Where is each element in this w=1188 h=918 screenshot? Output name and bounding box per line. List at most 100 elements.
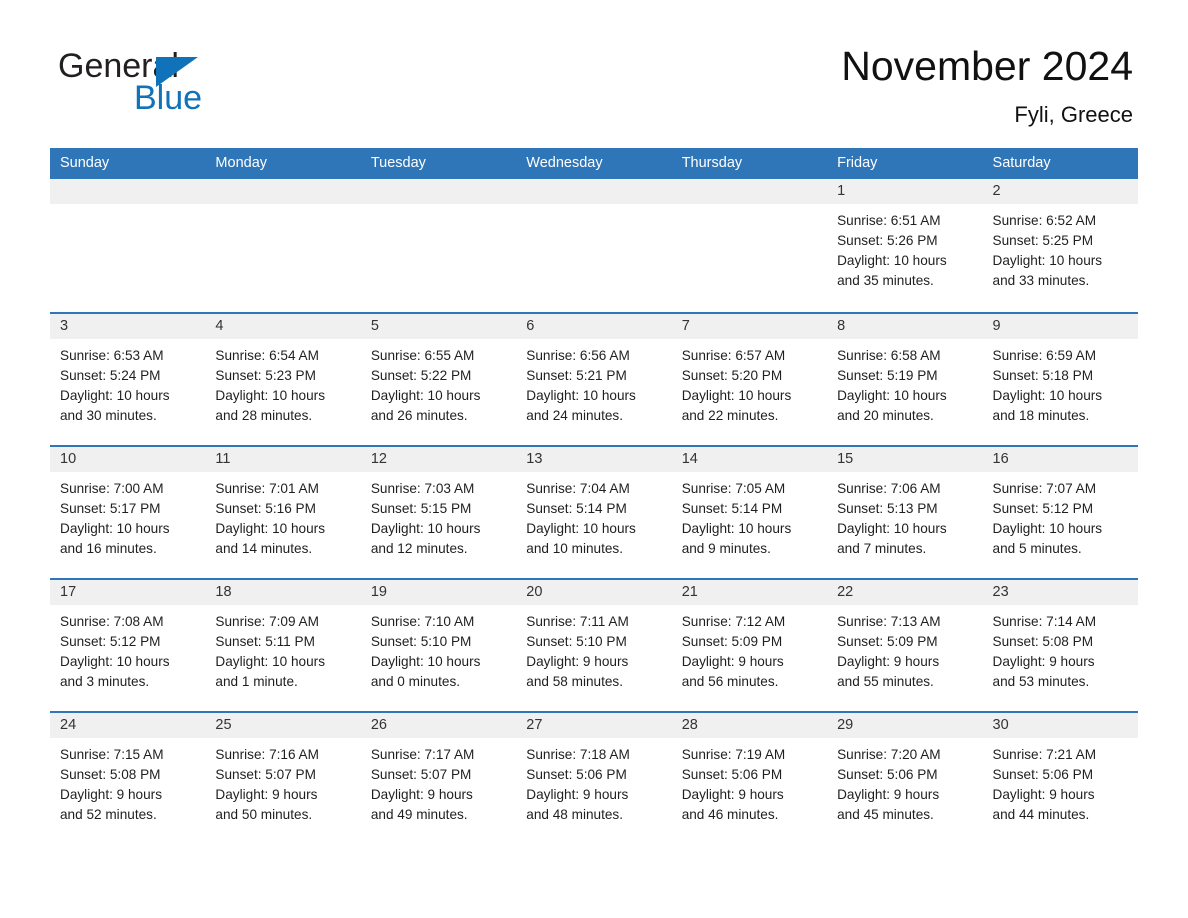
day-detail-line: Daylight: 10 hours (681, 521, 792, 536)
calendar-day-cell[interactable]: 13 Sunrise: 7:04 AM Sunset: 5:14 PM Dayligh… (516, 447, 671, 578)
day-details: Sunrise: 7:15 AM Sunset: 5:08 PM Daylight:… (60, 738, 195, 825)
day-details: Sunrise: 7:20 AM Sunset: 5:06 PM Daylight:… (837, 738, 972, 825)
day-detail-line: Daylight: 10 hours (837, 253, 947, 268)
calendar-day-cell[interactable]: 1 Sunrise: 6:51 AM Sunset: 5:26 PM Daylight… (827, 179, 982, 312)
calendar-day-cell[interactable]: 22 Sunrise: 7:13 AM Sunset: 5:09 PM Dayligh… (827, 580, 982, 711)
day-detail-line: Daylight: 10 hours (681, 388, 792, 403)
day-detail-line: Sunset: 5:25 PM (992, 233, 1094, 248)
day-detail-line: Sunset: 5:06 PM (526, 767, 627, 782)
day-detail-line: and 12 minutes. (370, 541, 468, 556)
day-detail-line: Sunrise: 7:09 AM (215, 614, 319, 629)
day-detail-line: Daylight: 10 hours (992, 253, 1103, 268)
day-detail-line: Daylight: 10 hours (60, 654, 170, 669)
day-details: Sunrise: 7:21 AM Sunset: 5:06 PM Daylight:… (993, 738, 1128, 825)
day-detail-line: and 9 minutes. (681, 541, 771, 556)
day-details (60, 204, 195, 211)
calendar-day-cell[interactable]: 6 Sunrise: 6:56 AM Sunset: 5:21 PM Daylight… (516, 314, 671, 445)
day-detail-line: Sunset: 5:07 PM (215, 767, 316, 782)
day-detail-line: Daylight: 10 hours (215, 388, 325, 403)
calendar-day-cell[interactable]: 29 Sunrise: 7:20 AM Sunset: 5:06 PM Dayligh… (827, 713, 982, 844)
calendar-day-cell[interactable]: 18 Sunrise: 7:09 AM Sunset: 5:11 PM Dayligh… (205, 580, 360, 711)
calendar-day-cell[interactable]: 16 Sunrise: 7:07 AM Sunset: 5:12 PM Dayligh… (983, 447, 1138, 578)
calendar-day-cell[interactable]: 11 Sunrise: 7:01 AM Sunset: 5:16 PM Dayligh… (205, 447, 360, 578)
day-detail-line: and 3 minutes. (60, 674, 150, 689)
day-detail-line: Daylight: 10 hours (60, 521, 170, 536)
day-detail-line: Sunrise: 6:52 AM (992, 213, 1097, 228)
day-details: Sunrise: 7:01 AM Sunset: 5:16 PM Daylight:… (215, 472, 350, 559)
calendar-day-cell[interactable]: 2 Sunrise: 6:52 AM Sunset: 5:25 PM Daylight… (983, 179, 1138, 312)
calendar-day-cell[interactable]: 21 Sunrise: 7:12 AM Sunset: 5:09 PM Dayligh… (672, 580, 827, 711)
calendar-day-cell[interactable]: 30 Sunrise: 7:21 AM Sunset: 5:06 PM Dayligh… (983, 713, 1138, 844)
day-details (682, 204, 817, 211)
day-detail-line: Daylight: 9 hours (992, 654, 1095, 669)
day-detail-line: Sunset: 5:10 PM (370, 634, 472, 649)
day-details: Sunrise: 7:10 AM Sunset: 5:10 PM Daylight:… (371, 605, 506, 692)
day-detail-line: Sunset: 5:19 PM (837, 368, 938, 383)
calendar-day-cell[interactable]: 7 Sunrise: 6:57 AM Sunset: 5:20 PM Daylight… (672, 314, 827, 445)
day-detail-line: Sunrise: 6:59 AM (992, 348, 1097, 363)
calendar-day-cell[interactable]: 5 Sunrise: 6:55 AM Sunset: 5:22 PM Daylight… (361, 314, 516, 445)
calendar-day-cell[interactable]: 17 Sunrise: 7:08 AM Sunset: 5:12 PM Dayligh… (50, 580, 205, 711)
calendar-week-row: 24 Sunrise: 7:15 AM Sunset: 5:08 PM Dayligh… (50, 711, 1138, 844)
day-details: Sunrise: 7:07 AM Sunset: 5:12 PM Daylight:… (993, 472, 1128, 559)
calendar-day-cell[interactable]: 24 Sunrise: 7:15 AM Sunset: 5:08 PM Dayligh… (50, 713, 205, 844)
day-detail-line: Daylight: 10 hours (526, 388, 636, 403)
day-detail-line: Sunset: 5:08 PM (60, 767, 161, 782)
calendar-day-cell[interactable]: 26 Sunrise: 7:17 AM Sunset: 5:07 PM Dayligh… (361, 713, 516, 844)
page-title: November 2024 (841, 43, 1133, 89)
day-detail-line: Sunrise: 7:17 AM (370, 747, 475, 762)
calendar-day-cell[interactable]: 12 Sunrise: 7:03 AM Sunset: 5:15 PM Dayligh… (361, 447, 516, 578)
day-detail-line: and 52 minutes. (60, 807, 157, 822)
day-detail-line: Sunset: 5:18 PM (992, 368, 1094, 383)
day-detail-line: and 53 minutes. (992, 674, 1090, 689)
calendar-day-cell[interactable]: 19 Sunrise: 7:10 AM Sunset: 5:10 PM Dayligh… (361, 580, 516, 711)
calendar-week-row: 10 Sunrise: 7:00 AM Sunset: 5:17 PM Dayligh… (50, 445, 1138, 578)
day-details: Sunrise: 6:51 AM Sunset: 5:26 PM Daylight:… (837, 204, 972, 291)
day-detail-line: and 44 minutes. (992, 807, 1090, 822)
calendar-day-cell[interactable]: 15 Sunrise: 7:06 AM Sunset: 5:13 PM Dayligh… (827, 447, 982, 578)
day-detail-line: Sunset: 5:15 PM (370, 501, 472, 516)
calendar-day-cell[interactable]: 9 Sunrise: 6:59 AM Sunset: 5:18 PM Daylight… (983, 314, 1138, 445)
calendar-day-cell[interactable]: 25 Sunrise: 7:16 AM Sunset: 5:07 PM Dayligh… (205, 713, 360, 844)
day-number: 5 (370, 318, 379, 334)
day-detail-line: Sunrise: 6:58 AM (837, 348, 941, 363)
calendar-day-cell[interactable]: 3 Sunrise: 6:53 AM Sunset: 5:24 PM Daylight… (50, 314, 205, 445)
day-details: Sunrise: 6:53 AM Sunset: 5:24 PM Daylight:… (60, 339, 195, 426)
day-details: Sunrise: 7:00 AM Sunset: 5:17 PM Daylight:… (60, 472, 195, 559)
day-detail-line: Sunset: 5:20 PM (681, 368, 783, 383)
day-detail-line: and 28 minutes. (215, 408, 313, 423)
day-detail-line: Daylight: 9 hours (526, 787, 629, 802)
day-detail-line: Daylight: 10 hours (215, 654, 325, 669)
day-number: 13 (526, 451, 543, 467)
day-detail-line: Sunset: 5:07 PM (370, 767, 472, 782)
day-number: 21 (681, 584, 698, 600)
calendar-day-cell[interactable]: 20 Sunrise: 7:11 AM Sunset: 5:10 PM Dayligh… (516, 580, 671, 711)
title-block: November 2024 Fyli, Greece (841, 40, 1133, 130)
calendar-day-cell[interactable]: 10 Sunrise: 7:00 AM Sunset: 5:17 PM Dayligh… (50, 447, 205, 578)
day-detail-line: and 49 minutes. (370, 807, 468, 822)
day-details: Sunrise: 6:55 AM Sunset: 5:22 PM Daylight:… (371, 339, 506, 426)
day-detail-line: Sunset: 5:12 PM (992, 501, 1094, 516)
calendar-day-cell[interactable]: 27 Sunrise: 7:18 AM Sunset: 5:06 PM Dayligh… (516, 713, 671, 844)
calendar-week-row: 1 Sunrise: 6:51 AM Sunset: 5:26 PM Daylight… (50, 179, 1138, 312)
day-detail-line: and 0 minutes. (370, 674, 461, 689)
day-detail-line: and 45 minutes. (837, 807, 934, 822)
day-detail-line: Sunset: 5:26 PM (837, 233, 938, 248)
generalblue-logo[interactable]: General Blue (58, 46, 318, 126)
day-details: Sunrise: 6:56 AM Sunset: 5:21 PM Daylight:… (526, 339, 661, 426)
day-number: 1 (837, 183, 846, 199)
day-details: Sunrise: 7:16 AM Sunset: 5:07 PM Daylight:… (215, 738, 350, 825)
day-detail-line: Daylight: 9 hours (681, 787, 784, 802)
day-number: 10 (60, 451, 77, 467)
day-detail-line: Sunrise: 7:18 AM (526, 747, 630, 762)
day-details (215, 204, 350, 211)
day-number: 27 (526, 717, 543, 733)
calendar-day-cell[interactable]: 8 Sunrise: 6:58 AM Sunset: 5:19 PM Daylight… (827, 314, 982, 445)
calendar-day-cell[interactable]: 4 Sunrise: 6:54 AM Sunset: 5:23 PM Daylight… (205, 314, 360, 445)
day-number: 9 (992, 318, 1001, 334)
day-number: 20 (526, 584, 543, 600)
calendar-day-cell[interactable]: 23 Sunrise: 7:14 AM Sunset: 5:08 PM Dayligh… (983, 580, 1138, 711)
day-detail-line: Daylight: 10 hours (526, 521, 636, 536)
calendar-day-cell[interactable]: 14 Sunrise: 7:05 AM Sunset: 5:14 PM Dayligh… (672, 447, 827, 578)
calendar-day-cell[interactable]: 28 Sunrise: 7:19 AM Sunset: 5:06 PM Dayligh… (672, 713, 827, 844)
